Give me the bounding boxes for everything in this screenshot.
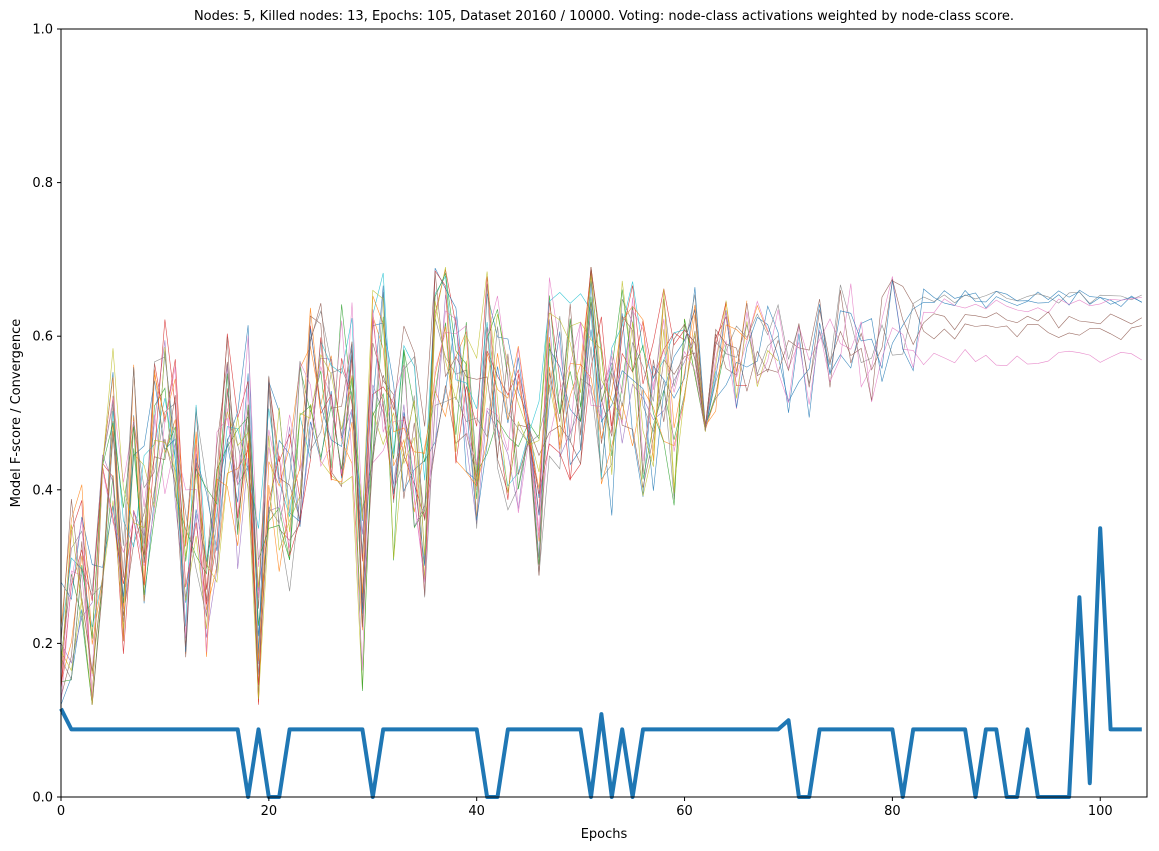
node-series-line xyxy=(60,267,1142,672)
x-axis-label: Epochs xyxy=(581,827,628,842)
y-tick-label: 0.6 xyxy=(32,330,53,345)
x-tick-label: 80 xyxy=(884,804,901,819)
y-tick-label: 1.0 xyxy=(32,23,53,38)
y-tick-label: 0.8 xyxy=(32,176,53,191)
y-axis-ticks: 0.0 0.2 0.4 0.6 0.8 1.0 xyxy=(32,23,61,806)
chart-canvas: Nodes: 5, Killed nodes: 13, Epochs: 105,… xyxy=(9,9,1148,842)
x-tick-label: 60 xyxy=(676,804,693,819)
convergence-series-line xyxy=(59,526,1142,799)
y-axis-label: Model F-score / Convergence xyxy=(9,319,24,508)
x-tick-label: 100 xyxy=(1088,804,1113,819)
node-series-line xyxy=(60,267,727,705)
convergence-series-group xyxy=(59,526,1142,799)
x-axis-ticks: 0 20 40 60 80 100 xyxy=(57,797,1113,819)
y-tick-label: 0.4 xyxy=(32,483,53,498)
x-tick-label: 40 xyxy=(468,804,485,819)
x-tick-label: 0 xyxy=(57,804,65,819)
chart-title: Nodes: 5, Killed nodes: 13, Epochs: 105,… xyxy=(194,9,1014,24)
y-tick-label: 0.2 xyxy=(32,637,53,652)
node-series-line xyxy=(60,271,706,705)
x-tick-label: 20 xyxy=(261,804,278,819)
y-tick-label: 0.0 xyxy=(32,791,53,806)
node-series-group xyxy=(60,267,1142,705)
